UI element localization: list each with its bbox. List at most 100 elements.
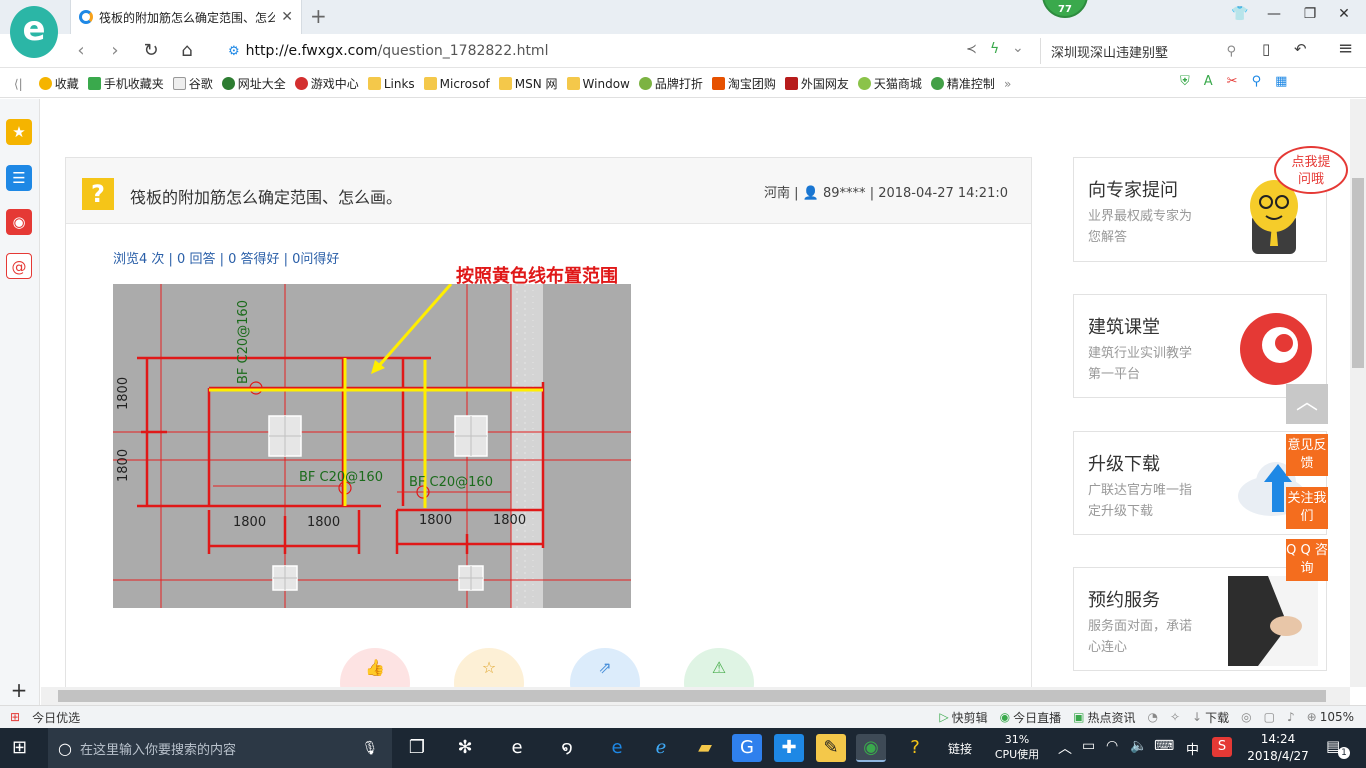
report-icon[interactable]: ⚠ (684, 648, 754, 687)
shield-icon[interactable]: ⛨ (1180, 74, 1190, 89)
magnifier-icon[interactable]: ⚲ (1252, 74, 1262, 89)
back-icon[interactable]: ‹ (68, 40, 94, 61)
speed-icon[interactable]: ◔ (1148, 710, 1158, 724)
forward-icon[interactable]: › (102, 40, 128, 61)
phone-icon[interactable]: ▯ (1262, 40, 1270, 58)
clock[interactable]: 14:24 2018/4/27 (1242, 731, 1314, 765)
question-stats[interactable]: 浏览4 次 | 0 回答 | 0 答得好 | 0问得好 (113, 248, 339, 267)
keyboard-icon[interactable]: ⌨ (1154, 738, 1174, 754)
bookmark-item[interactable]: 手机收藏夹 (87, 75, 164, 92)
new-tab-button[interactable]: + (310, 4, 327, 28)
tray-app-icon[interactable]: ▭ (1082, 738, 1095, 754)
side-card-service[interactable]: 预约服务 服务面对面，承诺心连心 (1073, 567, 1327, 671)
links-toolbar[interactable]: 链接 (948, 740, 972, 757)
close-window-icon[interactable]: ✕ (1332, 6, 1356, 22)
ime-indicator[interactable]: 中 (1186, 739, 1199, 758)
horizontal-scroll-thumb[interactable] (58, 690, 1326, 702)
ie-icon[interactable]: ℯ (646, 734, 676, 762)
share-icon[interactable]: ⇗ (570, 648, 640, 687)
more-bookmarks-icon[interactable]: » (1004, 77, 1011, 91)
sound-icon[interactable]: ♪ (1287, 710, 1295, 724)
plus-app-icon[interactable]: ✚ (774, 734, 804, 762)
wifi-icon[interactable]: ◠ (1106, 738, 1118, 754)
bookmark-item[interactable]: Links (367, 77, 415, 91)
shirt-skin-icon[interactable]: 👕 (1228, 6, 1252, 22)
bookmark-item[interactable]: MSN 网 (498, 75, 558, 92)
edge-legacy-icon[interactable]: e (502, 734, 532, 762)
bookmark-item[interactable]: 外国网友 (784, 75, 849, 92)
grid-icon[interactable]: ▦ (1275, 74, 1287, 89)
window-icon[interactable]: ▢ (1264, 710, 1275, 724)
menu-icon[interactable]: ≡ (1338, 38, 1353, 59)
weibo-icon[interactable]: ◉ (6, 209, 32, 235)
bookmark-item[interactable]: Window (566, 77, 630, 91)
sogou-icon[interactable]: S (1212, 737, 1232, 757)
volume-icon[interactable]: 🔈 (1130, 738, 1147, 754)
tab-close-icon[interactable]: ✕ (281, 9, 293, 25)
tools-icon[interactable]: ✧ (1170, 710, 1180, 724)
scissors-icon[interactable]: ✂ (1227, 74, 1238, 89)
like-icon[interactable]: 👍 (340, 648, 410, 687)
gift-icon[interactable]: ⊞ (10, 710, 20, 724)
bookmark-item[interactable]: 游戏中心 (294, 75, 359, 92)
tray-chevron-icon[interactable]: ︿ (1058, 738, 1072, 758)
bookmark-item[interactable]: 品牌打折 (638, 75, 703, 92)
accelerate-icon[interactable]: ◎ (1241, 710, 1251, 724)
edge-icon[interactable]: e (602, 734, 632, 762)
taskbar-search[interactable]: ○ 在这里输入你要搜索的内容 🎙 (48, 728, 392, 768)
back-to-top-button[interactable]: ︿ (1286, 384, 1328, 424)
status-left[interactable]: 今日优选 (32, 709, 80, 726)
search-input[interactable]: 深圳现深山违建别墅 ⚲ (1040, 38, 1246, 64)
help-app-icon[interactable]: ? (900, 734, 930, 762)
bookmark-item[interactable]: 淘宝团购 (711, 75, 776, 92)
bookmark-item[interactable]: 谷歌 (172, 75, 213, 92)
spiral-app-icon[interactable]: ໑ (552, 734, 582, 762)
vertical-scroll-thumb[interactable] (1352, 178, 1364, 368)
side-card-classroom[interactable]: 建筑课堂 建筑行业实训教学第一平台 (1073, 294, 1327, 398)
qq-consult-button[interactable]: Q Q 咨询 (1286, 539, 1328, 581)
zoom-item[interactable]: ⊕ 105% (1307, 710, 1354, 724)
share-icon[interactable]: ≺ (966, 42, 977, 57)
bookmark-item[interactable]: 网址大全 (221, 75, 286, 92)
tab-active[interactable]: 筏板的附加筋怎么确定范围、怎么画。 ✕ (70, 0, 302, 34)
cad-figure[interactable]: BF C20@160 BF C20@160 BF C20@160 1800 18… (113, 284, 631, 608)
bookmark-item[interactable]: 精准控制 (930, 75, 995, 92)
search-icon[interactable]: ⚲ (1226, 44, 1236, 59)
mail-icon[interactable]: @ (6, 253, 32, 279)
translate-icon[interactable]: A (1204, 74, 1213, 89)
favorites-icon[interactable]: ★ (6, 119, 32, 145)
lightning-icon[interactable]: ϟ (990, 41, 999, 57)
task-view-icon[interactable]: ❐ (402, 734, 432, 762)
bookmark-item[interactable]: 天猫商城 (857, 75, 922, 92)
ask-me-bubble[interactable]: 点我提问哦 (1274, 146, 1348, 194)
feedback-button[interactable]: 意见反馈 (1286, 434, 1328, 476)
glodon-app-icon[interactable]: G (732, 734, 762, 762)
url-field[interactable]: ⚙ http://e.fwxgx.com/question_1782822.ht… (228, 40, 548, 62)
status-item[interactable]: ▣ 热点资讯 (1073, 709, 1135, 726)
list-icon[interactable]: ☰ (6, 165, 32, 191)
notes-app-icon[interactable]: ✎ (816, 734, 846, 762)
windows-start-icon[interactable]: ⊞ (12, 737, 27, 758)
sidebar-toggle-icon[interactable]: ⟨| (14, 77, 23, 91)
download-item[interactable]: ↓ 下载 (1192, 709, 1229, 726)
undo-icon[interactable]: ↶ (1294, 40, 1307, 58)
favorite-icon[interactable]: ☆ (454, 648, 524, 687)
microphone-icon[interactable]: 🎙 (361, 741, 378, 756)
minimize-icon[interactable]: — (1262, 6, 1286, 22)
pinwheel-app-icon[interactable]: ✻ (450, 734, 480, 762)
status-item[interactable]: ▷ 快剪辑 (939, 709, 987, 726)
restore-icon[interactable]: ❐ (1298, 6, 1322, 22)
follow-us-button[interactable]: 关注我们 (1286, 487, 1328, 529)
browser-taskbar-icon[interactable]: ◉ (856, 734, 886, 762)
site-info-icon[interactable]: ⚙ (228, 44, 240, 59)
cpu-meter[interactable]: 31% CPU使用 (992, 732, 1042, 762)
bookmark-item[interactable]: Microsof (423, 77, 490, 91)
file-explorer-icon[interactable]: ▰ (690, 734, 720, 762)
add-icon[interactable]: + (6, 677, 32, 703)
refresh-icon[interactable]: ↻ (138, 40, 164, 61)
status-item[interactable]: ◉ 今日直播 (1000, 709, 1062, 726)
dropdown-chevron-icon[interactable]: ⌄ (1012, 40, 1024, 56)
bookmark-item[interactable]: 收藏 (38, 75, 79, 92)
home-icon[interactable]: ⌂ (174, 40, 200, 61)
browser-logo-icon[interactable]: e (10, 6, 58, 58)
